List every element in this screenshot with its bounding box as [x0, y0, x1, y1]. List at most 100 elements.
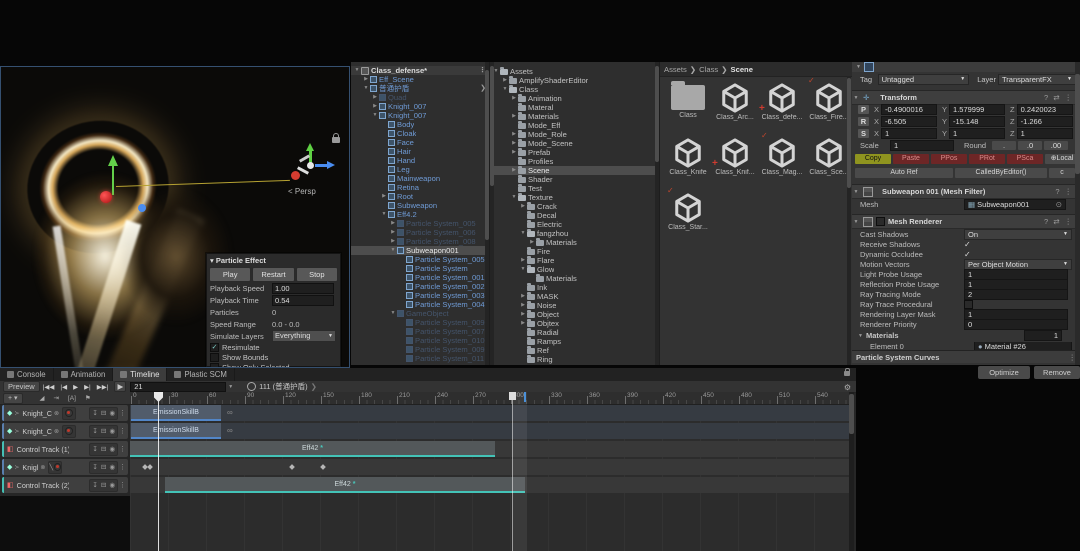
- persp-label[interactable]: < Persp: [288, 187, 316, 196]
- expand-arrow[interactable]: ▶: [519, 256, 527, 265]
- track-lane-5[interactable]: Eff42*: [130, 477, 849, 493]
- hierarchy-row-knight_007[interactable]: ▶Knight_007: [351, 102, 489, 111]
- fold-arrow[interactable]: ▼: [852, 219, 860, 225]
- mesh-renderer-header[interactable]: ▼ Mesh Renderer ?⇄⋮: [852, 214, 1080, 229]
- eye-icon[interactable]: ◉: [109, 409, 115, 417]
- clear-binding-icon[interactable]: ⊗: [40, 464, 45, 471]
- expand-arrow[interactable]: ▶: [371, 93, 379, 102]
- hierarchy-row-class_defense-[interactable]: ▼Class_defense*⋮: [351, 66, 489, 75]
- transform-r-y-field[interactable]: -15.148: [949, 116, 1005, 127]
- transform-r-z-field[interactable]: -1.266: [1017, 116, 1073, 127]
- asset-grid-scrollbar[interactable]: [847, 76, 851, 365]
- clip-emissionskillb[interactable]: EmissionSkillB: [131, 423, 221, 439]
- prot-button[interactable]: PRot: [969, 154, 1005, 164]
- move-gizmo-y-arrow[interactable]: [108, 155, 118, 166]
- object-picker-icon[interactable]: ⊙: [1056, 200, 1062, 209]
- round-button[interactable]: .00: [1044, 141, 1068, 150]
- expand-arrow[interactable]: ▼: [510, 193, 518, 202]
- asset-item-class[interactable]: Class: [666, 82, 710, 119]
- track-header-knigl[interactable]: ◆≻Knigl⊗╲↧⊟◉⋮: [2, 459, 128, 475]
- particle-checkbox-resimulate[interactable]: ✓Resimulate: [207, 342, 340, 352]
- mesh-filter-header[interactable]: ▼ Subweapon 001 (Mesh Filter) ?⋮: [852, 184, 1080, 199]
- hierarchy-row-subweapon001[interactable]: ▼Subweapon001: [351, 246, 489, 255]
- expand-arrow[interactable]: ▶: [510, 112, 518, 121]
- project-row-texture[interactable]: ▼Texture: [490, 193, 659, 202]
- hierarchy-row-particle-system_008[interactable]: ▶Particle System_008: [351, 237, 489, 246]
- field-value[interactable]: 1.00: [272, 283, 334, 294]
- mute-icon[interactable]: ↧: [92, 463, 97, 471]
- expand-arrow[interactable]: ▼: [389, 246, 397, 255]
- preset-icon[interactable]: ⇄: [1053, 217, 1059, 226]
- breadcrumb-item[interactable]: Assets: [664, 65, 687, 74]
- psca-button[interactable]: PSca: [1007, 154, 1043, 164]
- project-row-object[interactable]: ▶Object: [490, 310, 659, 319]
- expand-arrow[interactable]: ▶: [519, 310, 527, 319]
- round-button[interactable]: .0: [1018, 141, 1042, 150]
- property-value-field[interactable]: 0: [964, 319, 1068, 330]
- hierarchy-scrollbar[interactable]: [485, 62, 489, 365]
- transform-r-x-field[interactable]: -6.505: [881, 116, 937, 127]
- project-left-scrollbar-thumb[interactable]: [490, 66, 494, 186]
- avatar-icon[interactable]: [A]: [68, 395, 76, 402]
- expand-arrow[interactable]: ▼: [519, 229, 527, 238]
- track-header-knight_c[interactable]: ◆≻Knight_C⊗↧⊟◉⋮: [2, 405, 128, 421]
- hierarchy-row-particle-system_002[interactable]: Particle System_002: [351, 282, 489, 291]
- expand-arrow[interactable]: ▶: [362, 75, 370, 84]
- record-button[interactable]: ╲: [48, 461, 62, 474]
- clear-binding-icon[interactable]: ⊗: [54, 410, 59, 417]
- hierarchy-row-mainweapon[interactable]: Mainweapon: [351, 174, 489, 183]
- project-row-fangzhou[interactable]: ▼fangzhou: [490, 229, 659, 238]
- tab-plastic-scm[interactable]: Plastic SCM: [167, 368, 234, 381]
- project-row-animation[interactable]: ▶Animation: [490, 94, 659, 103]
- record-button[interactable]: [62, 407, 76, 420]
- hierarchy-row-hand[interactable]: Hand: [351, 156, 489, 165]
- asset-item-class_arc-[interactable]: Class_Arc...: [713, 82, 757, 121]
- checkbox[interactable]: ✓: [210, 343, 219, 352]
- asset-item-class_fire-[interactable]: ✓Class_Fire...: [807, 82, 851, 121]
- expand-arrow[interactable]: ▶: [371, 102, 379, 111]
- move-gizmo-center[interactable]: [100, 191, 112, 203]
- mute-icon[interactable]: ↧: [92, 409, 97, 417]
- go-to-start-button[interactable]: |◀◀: [40, 384, 58, 391]
- property-checkbox[interactable]: ✓: [964, 250, 971, 259]
- restart-button[interactable]: Restart: [252, 267, 294, 282]
- project-row-mode_eff[interactable]: Mode_Eff: [490, 121, 659, 130]
- breadcrumb-item[interactable]: Class: [699, 65, 718, 74]
- prs-r-button[interactable]: R: [858, 117, 869, 126]
- track-lane-3[interactable]: Eff42*: [130, 441, 849, 457]
- prs-p-button[interactable]: P: [858, 105, 869, 114]
- play-button[interactable]: Play: [209, 267, 251, 282]
- gear-icon[interactable]: ⚙: [844, 383, 851, 392]
- project-row-profiles[interactable]: Profiles: [490, 157, 659, 166]
- hierarchy-row-gameobject[interactable]: ▼GameObject: [351, 309, 489, 318]
- hierarchy-row-eff_scene[interactable]: ▶Eff_Scene: [351, 75, 489, 84]
- project-row-shader[interactable]: Shader: [490, 175, 659, 184]
- gizmo-x-ball[interactable]: [291, 171, 300, 180]
- track-header-control-track-1-[interactable]: ◧Control Track (1)↧⊟◉⋮: [2, 441, 128, 457]
- transform-header[interactable]: ▼ ✛ Transform ?⇄⋮: [852, 90, 1080, 105]
- kebab-icon[interactable]: ⋮: [119, 445, 126, 453]
- project-row-objtex[interactable]: ▶Objtex: [490, 319, 659, 328]
- stop-button[interactable]: Stop: [296, 267, 338, 282]
- track-header-control-track-2-[interactable]: ◧Control Track (2)↧⊟◉⋮: [2, 477, 128, 493]
- round-button[interactable]: .: [992, 141, 1016, 150]
- fold-arrow[interactable]: ▼: [852, 95, 860, 101]
- project-row-fire[interactable]: Fire: [490, 247, 659, 256]
- tab-timeline[interactable]: Timeline: [113, 368, 167, 381]
- inspector-scrollbar-thumb[interactable]: [1075, 74, 1080, 174]
- property-dropdown[interactable]: On▼: [964, 229, 1072, 240]
- expand-arrow[interactable]: ▶: [510, 94, 518, 103]
- clip-emissionskillb[interactable]: EmissionSkillB: [131, 405, 221, 421]
- project-row-scene[interactable]: ▶Scene: [490, 166, 659, 175]
- asset-item-class_mag-[interactable]: ✓Class_Mag...: [760, 137, 804, 176]
- project-left-scrollbar[interactable]: [490, 62, 494, 365]
- hierarchy-row-particle-system_009[interactable]: Particle System_009: [351, 345, 489, 354]
- tab-console[interactable]: Console: [0, 368, 54, 381]
- timeline-ruler[interactable]: 0306090120150180210240270300330360390420…: [130, 392, 849, 405]
- hierarchy-row-cloak[interactable]: Cloak: [351, 129, 489, 138]
- chevron-down-icon[interactable]: ▼: [228, 384, 233, 390]
- help-icon[interactable]: ?: [1044, 93, 1048, 102]
- particle-checkbox-show-bounds[interactable]: Show Bounds: [207, 352, 340, 362]
- expand-arrow[interactable]: ▶: [510, 148, 518, 157]
- project-row-ring[interactable]: Ring: [490, 355, 659, 364]
